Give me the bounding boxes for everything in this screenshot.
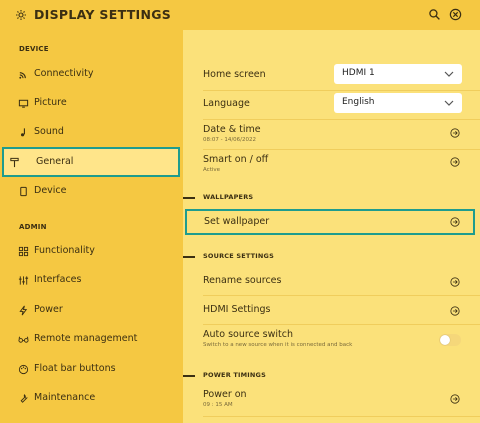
divider	[203, 119, 480, 120]
sidebar-item-label: Sound	[34, 126, 64, 137]
sliders-icon	[18, 276, 29, 285]
power-on-row[interactable]: Power on 09 : 15 AM	[183, 387, 480, 415]
divider	[203, 149, 480, 150]
language-select[interactable]: English	[334, 93, 462, 113]
chevron-down-icon	[444, 100, 454, 106]
arrow-right-circle-icon[interactable]	[450, 306, 460, 316]
app-header: DISPLAY SETTINGS	[0, 0, 480, 30]
toggle-knob	[440, 335, 450, 345]
hdmi-settings-row[interactable]: HDMI Settings	[183, 299, 480, 323]
auto-source-switch-toggle[interactable]	[439, 334, 461, 346]
sidebar-item-label: Functionality	[34, 245, 95, 256]
sidebar-item-label: Picture	[34, 97, 67, 108]
power-on-label: Power on	[203, 389, 247, 400]
music-note-icon	[20, 128, 25, 137]
rename-sources-row[interactable]: Rename sources	[183, 270, 480, 294]
section-marker	[183, 197, 195, 199]
sidebar-item-maintenance[interactable]: Maintenance	[8, 386, 178, 412]
sidebar-item-sound[interactable]: Sound	[8, 120, 178, 146]
auto-source-switch-label: Auto source switch	[203, 329, 293, 340]
grid-icon	[18, 246, 29, 257]
wifi-icon	[19, 72, 26, 79]
tablet-icon	[20, 186, 27, 197]
lightning-icon	[19, 305, 28, 316]
language-value: English	[342, 97, 375, 107]
sidebar-item-label: Power	[34, 304, 63, 315]
home-screen-row: Home screen HDMI 1	[183, 63, 480, 87]
auto-source-switch-description: Switch to a new source when it is connec…	[203, 342, 353, 348]
date-time-label: Date & time	[203, 124, 261, 135]
sidebar-item-label: Maintenance	[34, 392, 96, 403]
sidebar-item-label: Connectivity	[34, 68, 94, 79]
section-title-admin: ADMIN	[19, 223, 47, 231]
home-screen-label: Home screen	[203, 69, 266, 80]
settings-panel: Home screen HDMI 1 Language English Date…	[183, 30, 480, 423]
hdmi-settings-label: HDMI Settings	[203, 304, 271, 315]
sidebar-item-label: Remote management	[34, 333, 138, 344]
sidebar-item-interfaces[interactable]: Interfaces	[8, 268, 178, 294]
section-marker	[183, 256, 195, 258]
date-time-row[interactable]: Date & time 08:07 - 14/06/2022	[183, 122, 480, 150]
sidebar-item-device[interactable]: Device	[8, 179, 178, 205]
sidebar-item-label: Float bar buttons	[34, 363, 116, 374]
divider	[203, 324, 480, 325]
arrow-right-circle-icon[interactable]	[450, 157, 460, 167]
arrow-right-circle-icon[interactable]	[450, 394, 460, 404]
glasses-icon	[18, 336, 29, 343]
arrow-right-circle-icon[interactable]	[450, 277, 460, 287]
close-circle-icon[interactable]	[449, 8, 462, 21]
sidebar-item-power[interactable]: Power	[8, 298, 178, 324]
divider	[203, 416, 480, 417]
palette-icon	[18, 364, 29, 375]
sidebar-item-functionality[interactable]: Functionality	[8, 239, 178, 265]
home-screen-select[interactable]: HDMI 1	[334, 64, 462, 84]
divider	[203, 295, 480, 296]
arrow-right-circle-icon[interactable]	[450, 217, 460, 227]
smart-on-off-label: Smart on / off	[203, 154, 269, 165]
home-screen-value: HDMI 1	[342, 68, 375, 78]
power-on-time: 09 : 15 AM	[203, 402, 233, 408]
search-icon[interactable]	[428, 8, 441, 21]
sidebar-item-label: Device	[34, 185, 67, 196]
gear-icon	[16, 10, 26, 20]
section-title-device: DEVICE	[19, 45, 49, 53]
smart-on-off-row[interactable]: Smart on / off Active	[183, 152, 480, 180]
sidebar-item-label: Interfaces	[34, 274, 82, 285]
section-heading-wallpapers: WALLPAPERS	[203, 193, 254, 201]
signpost-icon	[10, 157, 19, 168]
monitor-icon	[18, 99, 29, 108]
page-title: DISPLAY SETTINGS	[34, 7, 172, 22]
language-label: Language	[203, 98, 250, 109]
sidebar-item-remote-management[interactable]: Remote management	[8, 327, 178, 353]
date-time-value: 08:07 - 14/06/2022	[203, 137, 257, 143]
wrench-icon	[20, 394, 28, 403]
language-row: Language English	[183, 93, 480, 117]
auto-source-switch-row: Auto source switch Switch to a new sourc…	[183, 327, 480, 355]
sidebar: DEVICE Connectivity Picture Sound Genera…	[0, 30, 183, 423]
sidebar-item-label: General	[36, 156, 74, 167]
sidebar-item-float-bar-buttons[interactable]: Float bar buttons	[8, 357, 178, 383]
section-marker	[183, 375, 195, 377]
sidebar-item-connectivity[interactable]: Connectivity	[8, 62, 178, 88]
sidebar-item-picture[interactable]: Picture	[8, 91, 178, 117]
section-heading-source-settings: SOURCE SETTINGS	[203, 252, 274, 260]
rename-sources-label: Rename sources	[203, 275, 282, 286]
set-wallpaper-label: Set wallpaper	[204, 216, 270, 227]
section-heading-power-timings: POWER TIMINGS	[203, 371, 266, 379]
divider	[203, 90, 480, 91]
chevron-down-icon	[444, 71, 454, 77]
arrow-right-circle-icon[interactable]	[450, 128, 460, 138]
sidebar-item-general[interactable]: General	[2, 147, 180, 177]
smart-on-off-status: Active	[203, 167, 221, 173]
set-wallpaper-row[interactable]: Set wallpaper	[185, 209, 475, 235]
